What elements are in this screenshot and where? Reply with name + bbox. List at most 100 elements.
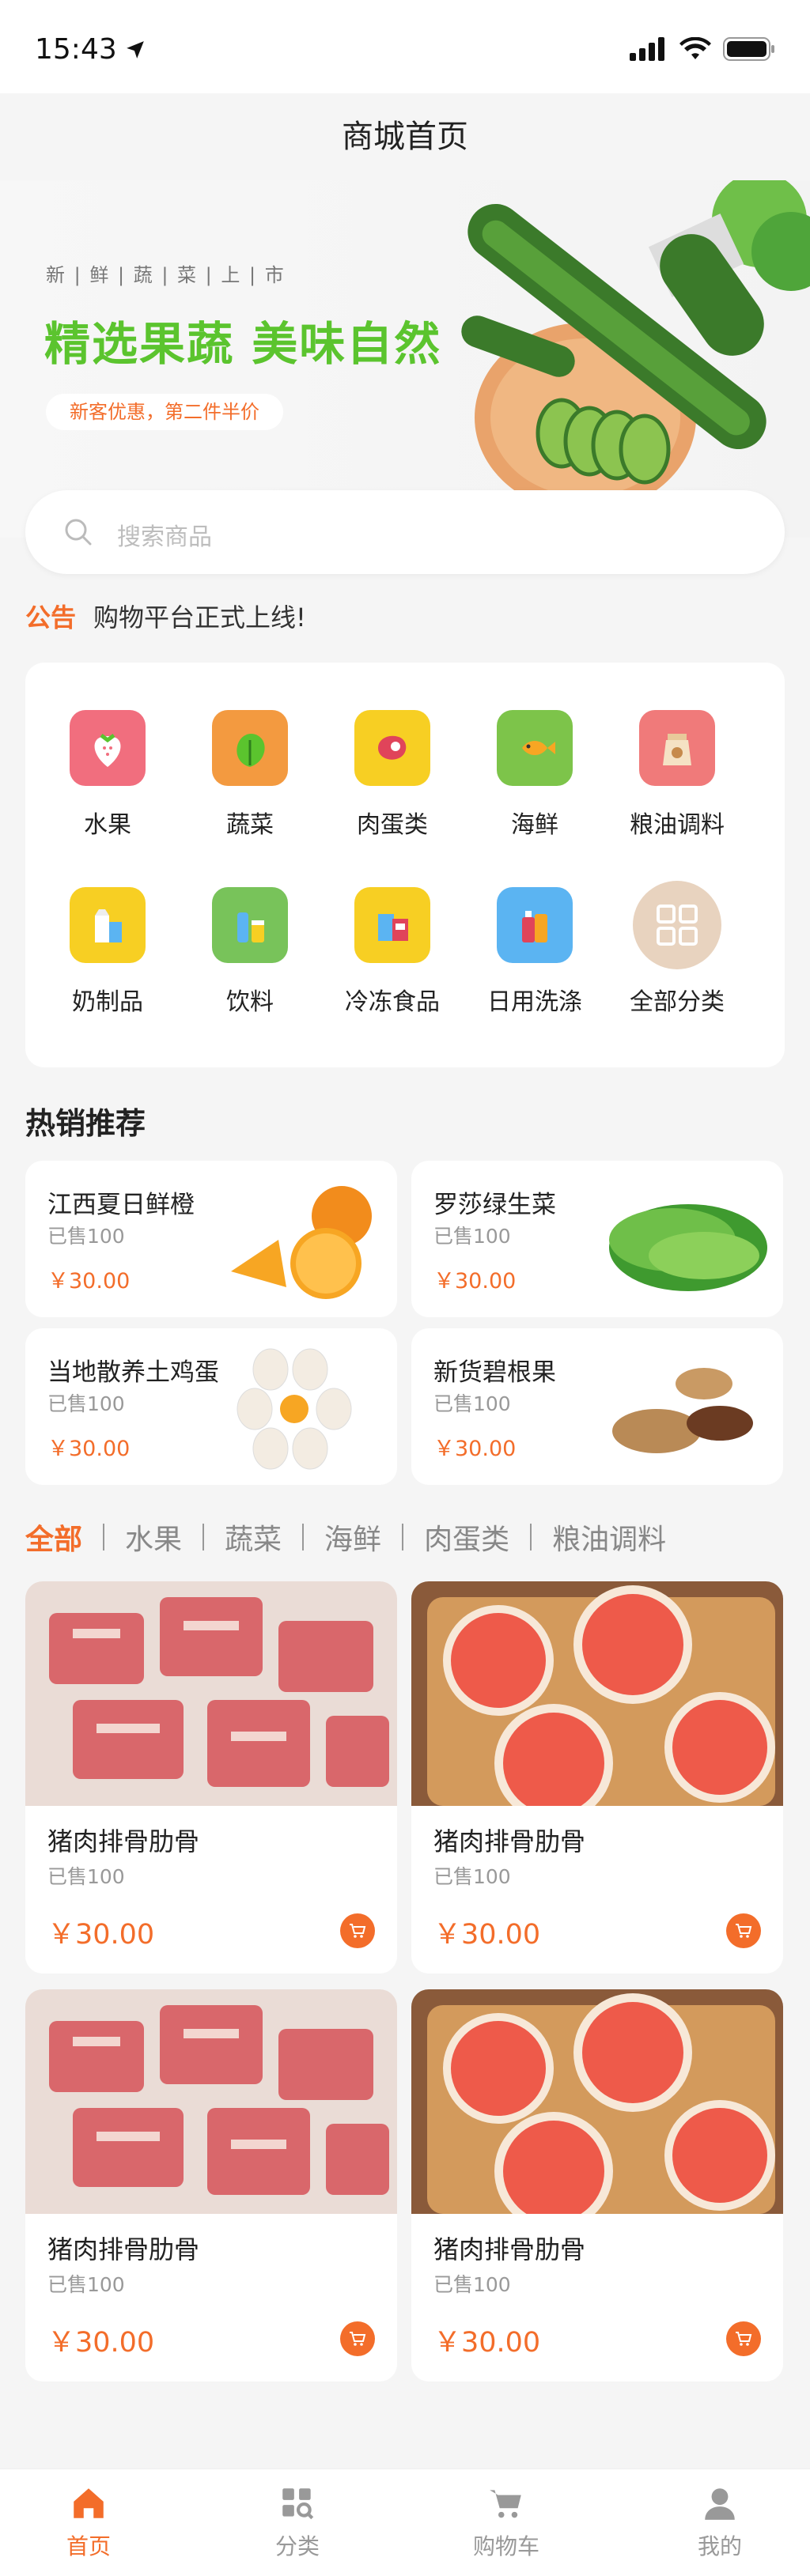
cucumber-illustration — [461, 180, 810, 512]
product-name: 猪肉排骨肋骨 — [433, 2234, 586, 2264]
product-sold: 已售100 — [47, 2273, 125, 2296]
product-price: ￥30.00 — [433, 1919, 541, 1951]
strawberry-icon — [70, 710, 146, 786]
category-fruit[interactable]: 水果 — [36, 710, 179, 840]
tabbar-label: 首页 — [66, 2533, 111, 2559]
frozen-food-icon — [354, 887, 430, 963]
tabbar-label: 分类 — [274, 2533, 320, 2559]
category-drinks[interactable]: 饮料 — [179, 887, 321, 1017]
search-input[interactable]: 搜索商品 — [117, 517, 212, 552]
meat-icon — [354, 710, 430, 786]
notice-text: 购物平台正式上线! — [93, 602, 306, 633]
category-label: 饮料 — [226, 988, 274, 1016]
tabbar-profile[interactable]: 我的 — [657, 2483, 783, 2561]
user-icon — [705, 2488, 735, 2520]
category-meat-eggs[interactable]: 肉蛋类 — [321, 710, 464, 840]
grapefruit-image — [411, 1581, 783, 1806]
tabbar-label: 购物车 — [472, 2533, 539, 2559]
hot-item-eggs[interactable]: 当地散养土鸡蛋 已售100 ￥30.00 — [25, 1328, 397, 1485]
add-to-cart-button[interactable] — [726, 2321, 761, 2356]
cart-icon — [490, 2490, 521, 2518]
location-arrow-icon — [126, 40, 144, 59]
hot-item-sold: 已售100 — [47, 1225, 125, 1248]
category-label: 粮油调料 — [630, 811, 725, 839]
category-icon — [282, 2488, 314, 2520]
category-tabs: 全部 水果 蔬菜 海鲜 肉蛋类 粮油调料 — [25, 1517, 687, 1558]
tabbar-home[interactable]: 首页 — [25, 2483, 152, 2561]
category-label: 冷冻食品 — [345, 988, 440, 1016]
lettuce-icon — [212, 710, 288, 786]
hot-item-sold: 已售100 — [433, 1392, 511, 1415]
cart-icon — [350, 1924, 366, 1938]
category-label: 海鲜 — [511, 811, 558, 839]
category-label: 日用洗涤 — [487, 988, 582, 1016]
fish-icon — [497, 710, 573, 786]
promo-banner[interactable]: 新 | 鲜 | 蔬 | 菜 | 上 | 市 精选果蔬 美味自然 新客优惠，第二件… — [0, 180, 810, 538]
banner-promo-badge: 新客优惠，第二件半价 — [46, 394, 283, 430]
ribs-image — [25, 1581, 397, 1806]
lettuce-image — [609, 1204, 767, 1291]
rice-bag-icon — [639, 710, 715, 786]
product-price: ￥30.00 — [433, 2327, 541, 2359]
search-bar[interactable]: 搜索商品 — [25, 490, 785, 574]
hot-item-name: 江西夏日鲜橙 — [47, 1191, 195, 1219]
tab-seafood[interactable]: 海鲜 — [304, 1517, 402, 1558]
category-label: 肉蛋类 — [357, 811, 428, 839]
search-icon — [65, 519, 92, 546]
banner-title: 精选果蔬 美味自然 — [44, 317, 442, 371]
category-vegetables[interactable]: 蔬菜 — [179, 710, 321, 840]
detergent-icon — [497, 887, 573, 963]
cart-icon — [350, 2332, 366, 2346]
drink-icon — [212, 887, 288, 963]
tabbar-label: 我的 — [697, 2533, 742, 2559]
product-card[interactable]: 猪肉排骨肋骨 已售100 ￥30.00 — [25, 1989, 397, 2381]
status-time-text: 15:43 — [35, 33, 117, 66]
hot-item-pecans[interactable]: 新货碧根果 已售100 ￥30.00 — [411, 1328, 783, 1485]
tab-grain-oil[interactable]: 粮油调料 — [532, 1517, 687, 1558]
cart-icon — [736, 2332, 752, 2346]
signal-icon — [630, 37, 664, 61]
eggs-image — [237, 1348, 352, 1470]
bottom-tab-bar: 首页 分类 购物车 我的 — [0, 2468, 810, 2576]
category-label: 蔬菜 — [226, 811, 274, 839]
category-seafood[interactable]: 海鲜 — [464, 710, 606, 840]
hot-item-name: 当地散养土鸡蛋 — [47, 1358, 219, 1387]
category-all[interactable]: 全部分类 — [606, 881, 748, 1017]
tab-meat-eggs[interactable]: 肉蛋类 — [403, 1517, 530, 1558]
cart-icon — [736, 1924, 752, 1938]
product-sold: 已售100 — [47, 1865, 125, 1888]
hot-item-orange[interactable]: 江西夏日鲜橙 已售100 ￥30.00 — [25, 1161, 397, 1317]
product-card[interactable]: 猪肉排骨肋骨 已售100 ￥30.00 — [25, 1581, 397, 1974]
add-to-cart-button[interactable] — [340, 2321, 375, 2356]
hot-item-price: ￥30.00 — [433, 1269, 517, 1294]
product-card[interactable]: 猪肉排骨肋骨 已售100 ￥30.00 — [411, 1989, 783, 2381]
category-frozen[interactable]: 冷冻食品 — [321, 887, 464, 1017]
tab-vegetables[interactable]: 蔬菜 — [204, 1517, 302, 1558]
hot-item-price: ￥30.00 — [47, 1437, 131, 1461]
category-household[interactable]: 日用洗涤 — [464, 887, 606, 1017]
category-grain-oil[interactable]: 粮油调料 — [606, 710, 748, 840]
tab-fruit[interactable]: 水果 — [104, 1517, 202, 1558]
orange-image — [231, 1186, 372, 1299]
page-title: 商城首页 — [342, 119, 468, 155]
tabbar-cart[interactable]: 购物车 — [443, 2483, 570, 2561]
status-time: 15:43 — [35, 33, 146, 66]
notice-bar[interactable]: 公告 购物平台正式上线! — [25, 598, 306, 634]
hot-item-sold: 已售100 — [47, 1392, 125, 1415]
notice-tag: 公告 — [25, 602, 77, 633]
tab-all[interactable]: 全部 — [25, 1517, 103, 1558]
product-name: 猪肉排骨肋骨 — [47, 1826, 200, 1856]
add-to-cart-button[interactable] — [726, 1913, 761, 1948]
grapefruit-image — [411, 1989, 783, 2214]
product-sold: 已售100 — [433, 1865, 511, 1888]
product-price: ￥30.00 — [47, 2327, 155, 2359]
grid-icon — [633, 881, 721, 969]
hot-item-lettuce[interactable]: 罗莎绿生菜 已售100 ￥30.00 — [411, 1161, 783, 1317]
add-to-cart-button[interactable] — [340, 1913, 375, 1948]
ribs-image — [25, 1989, 397, 2214]
hot-item-sold: 已售100 — [433, 1225, 511, 1248]
pecans-image — [612, 1368, 753, 1453]
product-card[interactable]: 猪肉排骨肋骨 已售100 ￥30.00 — [411, 1581, 783, 1974]
category-dairy[interactable]: 奶制品 — [36, 887, 179, 1017]
tabbar-category[interactable]: 分类 — [234, 2483, 361, 2561]
